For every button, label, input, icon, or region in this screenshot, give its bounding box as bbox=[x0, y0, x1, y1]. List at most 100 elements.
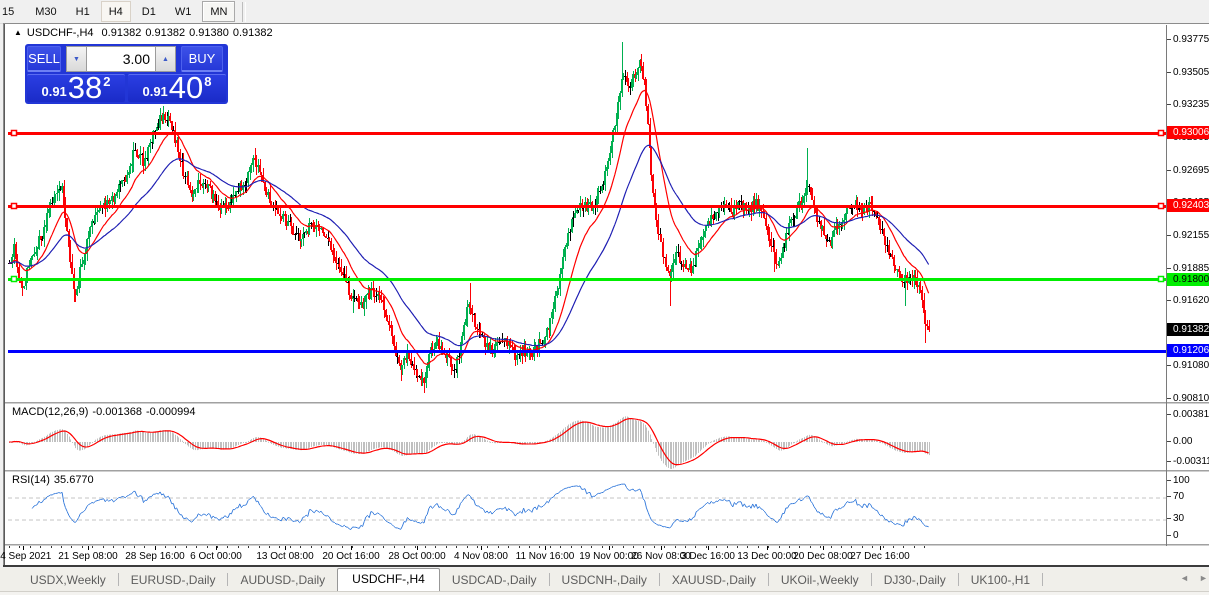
timeframe-button-d1[interactable]: D1 bbox=[134, 1, 164, 22]
chart-tab-ukoil-weekly[interactable]: UKOil-,Weekly bbox=[769, 570, 871, 590]
time-major-tick bbox=[708, 546, 709, 550]
chart-tab-xauusd-daily[interactable]: XAUUSD-,Daily bbox=[660, 570, 768, 590]
time-minor-tick bbox=[248, 546, 250, 548]
price-tick-label: 0.93775 bbox=[1167, 34, 1209, 46]
timeframe-button-w1[interactable]: W1 bbox=[167, 1, 200, 22]
time-minor-tick bbox=[893, 546, 894, 548]
sell-price-display[interactable]: 0.91 38 2 bbox=[27, 72, 125, 103]
volume-input[interactable] bbox=[87, 46, 155, 72]
ohlc-open: 0.91382 bbox=[101, 27, 142, 39]
time-minor-tick bbox=[778, 546, 780, 548]
time-minor-tick bbox=[341, 546, 343, 548]
time-minor-tick bbox=[393, 546, 395, 548]
time-minor-tick bbox=[529, 546, 530, 548]
macd-value-2: -0.000994 bbox=[145, 406, 196, 418]
time-minor-tick bbox=[851, 546, 853, 548]
chart-tab-usdcnh-daily[interactable]: USDCNH-,Daily bbox=[550, 570, 659, 590]
time-minor-tick bbox=[102, 546, 104, 548]
time-axis-label: 28 Oct 00:00 bbox=[388, 551, 446, 562]
time-axis-label: 4 Nov 08:00 bbox=[454, 551, 508, 562]
time-minor-tick bbox=[643, 546, 645, 548]
time-minor-tick bbox=[456, 546, 458, 548]
time-minor-tick bbox=[165, 546, 166, 548]
time-minor-tick bbox=[716, 546, 718, 548]
time-minor-tick bbox=[445, 546, 447, 548]
time-minor-tick bbox=[383, 546, 385, 548]
time-minor-tick bbox=[560, 546, 562, 548]
time-minor-tick bbox=[196, 546, 198, 548]
time-minor-tick bbox=[789, 546, 790, 548]
chart-tab-audusd-daily[interactable]: AUDUSD-,Daily bbox=[228, 570, 337, 590]
time-minor-tick bbox=[674, 546, 676, 548]
time-minor-tick bbox=[820, 546, 822, 548]
time-minor-tick bbox=[362, 546, 364, 548]
tab-scroll-right-icon[interactable]: ► bbox=[1199, 573, 1208, 583]
time-minor-tick bbox=[518, 546, 520, 548]
time-major-tick bbox=[767, 546, 768, 550]
collapse-trade-panel-icon[interactable]: ▲ bbox=[14, 28, 22, 37]
pane-divider-macd[interactable] bbox=[5, 402, 1209, 404]
time-minor-tick bbox=[279, 546, 281, 548]
buy-button[interactable]: BUY bbox=[181, 46, 223, 72]
time-minor-tick bbox=[539, 546, 541, 548]
time-minor-tick bbox=[872, 546, 874, 548]
chart-tab-eurusd-daily[interactable]: EURUSD-,Daily bbox=[119, 570, 228, 590]
volume-decrease-button[interactable]: ▼ bbox=[66, 46, 87, 72]
chart-tab-usdchf-h4[interactable]: USDCHF-,H4 bbox=[337, 567, 440, 593]
time-minor-tick bbox=[466, 546, 468, 548]
rsi-axis-label: 70 bbox=[1167, 491, 1209, 503]
tab-separator bbox=[1042, 573, 1044, 586]
timeframe-button-mn[interactable]: MN bbox=[202, 1, 236, 22]
pane-divider-rsi[interactable] bbox=[5, 470, 1209, 472]
timeframe-button-h4[interactable]: H4 bbox=[100, 1, 131, 22]
rsi-name: RSI(14) bbox=[12, 474, 50, 486]
rsi-indicator-canvas[interactable] bbox=[8, 472, 1166, 544]
time-major-tick bbox=[155, 546, 156, 550]
time-minor-tick bbox=[497, 546, 499, 548]
time-minor-tick bbox=[50, 546, 52, 548]
time-minor-tick bbox=[903, 546, 905, 548]
timeframe-button-h1[interactable]: H1 bbox=[68, 1, 98, 22]
chart-tab-uk100-h1[interactable]: UK100-,H1 bbox=[959, 570, 1042, 590]
time-minor-tick bbox=[757, 546, 759, 548]
time-axis-label: 20 Dec 08:00 bbox=[793, 551, 853, 562]
sell-button[interactable]: SELL bbox=[27, 46, 61, 72]
timeframe-button-15[interactable]: 15 bbox=[0, 1, 22, 22]
time-minor-tick bbox=[258, 546, 260, 548]
time-axis-label: 20 Oct 16:00 bbox=[322, 551, 380, 562]
chart-tab-dj30-daily[interactable]: DJ30-,Daily bbox=[872, 570, 958, 590]
timeframe-button-m30[interactable]: M30 bbox=[27, 1, 64, 22]
chart-window-border-bottom bbox=[3, 565, 1209, 567]
chart-tab-usdcad-daily[interactable]: USDCAD-,Daily bbox=[440, 570, 549, 590]
time-minor-tick bbox=[882, 546, 884, 548]
time-minor-tick bbox=[71, 546, 73, 548]
time-axis[interactable]: 14 Sep 2021 21 Sep 08:00 28 Sep 16:00 6 Oct… bbox=[0, 546, 1209, 565]
time-minor-tick bbox=[841, 546, 842, 548]
time-minor-tick bbox=[924, 546, 926, 548]
rsi-axis-label: 30 bbox=[1167, 513, 1209, 525]
buy-price-display[interactable]: 0.91 40 8 bbox=[128, 72, 226, 103]
time-minor-tick bbox=[123, 546, 125, 548]
time-minor-tick bbox=[705, 546, 707, 548]
chart-tab-usdx-weekly[interactable]: USDX,Weekly bbox=[18, 570, 118, 590]
time-minor-tick bbox=[591, 546, 593, 548]
time-minor-tick bbox=[331, 546, 333, 548]
ohlc-close: 0.91382 bbox=[232, 27, 273, 39]
time-minor-tick bbox=[373, 546, 374, 548]
volume-increase-button[interactable]: ▲ bbox=[155, 46, 176, 72]
time-minor-tick bbox=[206, 546, 208, 548]
time-minor-tick bbox=[40, 546, 42, 548]
time-axis-label: 13 Oct 08:00 bbox=[256, 551, 314, 562]
time-minor-tick bbox=[601, 546, 603, 548]
time-major-tick bbox=[545, 546, 546, 550]
time-minor-tick bbox=[289, 546, 291, 548]
time-axis-label: 27 Dec 16:00 bbox=[850, 551, 910, 562]
time-major-tick bbox=[661, 546, 662, 550]
chart-title: ▲ USDCHF-,H4 0.91382 0.91382 0.91380 0.91382 bbox=[14, 27, 277, 39]
chart-title-symbol: USDCHF-,H4 bbox=[26, 27, 94, 39]
time-minor-tick bbox=[113, 546, 114, 548]
price-tick-label: 0.92695 bbox=[1167, 165, 1209, 177]
price-marker-0.91206: 0.91206 bbox=[1167, 344, 1209, 358]
macd-axis-label: 0.003811 bbox=[1167, 409, 1209, 421]
tab-scroll-left-icon[interactable]: ◄ bbox=[1180, 573, 1189, 583]
